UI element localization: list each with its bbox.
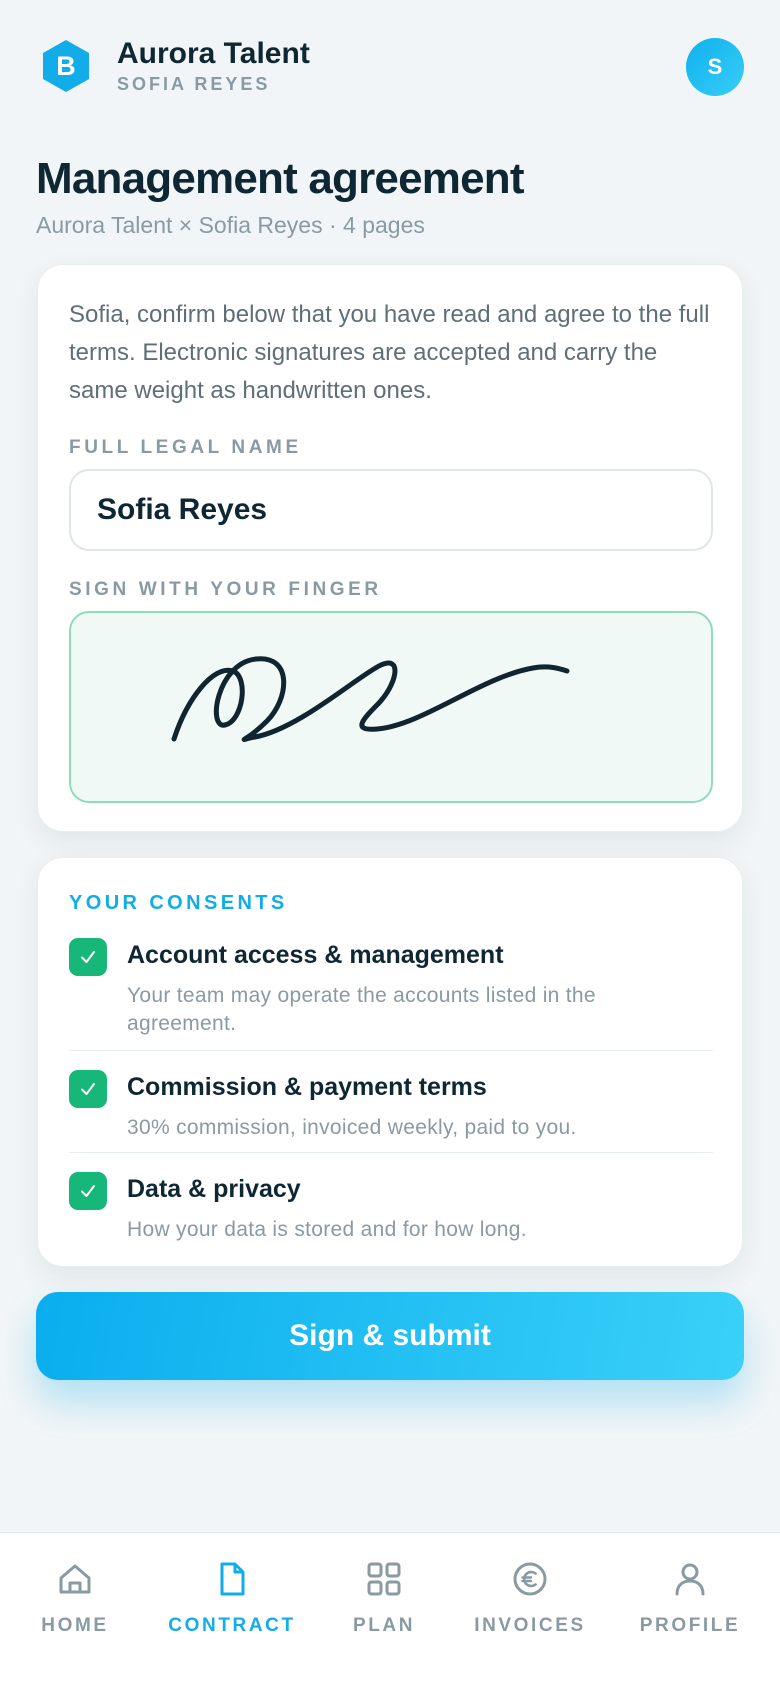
consent-description: How your data is stored and for how long… (127, 1218, 527, 1241)
app-header: B Aurora Talent SOFIA REYES S (0, 0, 780, 140)
signature-label: SIGN WITH YOUR FINGER (69, 579, 382, 600)
tab-label: PROFILE (639, 1615, 741, 1636)
signature-pad[interactable] (69, 611, 713, 803)
consent-description: 30% commission, invoiced weekly, paid to… (127, 1116, 577, 1139)
divider (69, 1050, 713, 1051)
logo-letter: B (56, 51, 76, 81)
consent-title: Data & privacy (127, 1175, 301, 1203)
home-icon (59, 1564, 91, 1594)
consent-checkbox[interactable] (69, 938, 107, 976)
tab-label: CONTRACT (168, 1615, 296, 1636)
grid-icon (367, 1562, 401, 1596)
full-legal-name-input[interactable] (69, 469, 713, 551)
tab-label: INVOICES (474, 1615, 586, 1636)
brand-name: Aurora Talent (117, 37, 310, 70)
hexagon-logo-icon: B (43, 40, 89, 92)
signature-stroke (171, 656, 570, 742)
tab-label: HOME (41, 1615, 109, 1636)
brand-logo: B (40, 38, 92, 94)
bottom-tab-bar: HOME CONTRACT PLAN INVOICES PROFILE (0, 1532, 780, 1688)
signature-card: Sofia, confirm below that you have read … (37, 264, 743, 832)
consent-checkbox[interactable] (69, 1070, 107, 1108)
tab-label: PLAN (352, 1615, 416, 1636)
sign-and-submit-button[interactable]: Sign & submit (36, 1292, 744, 1380)
tab-invoices[interactable]: INVOICES (473, 1533, 587, 1688)
intro-text: Sofia, confirm below that you have read … (69, 301, 710, 404)
checkmark-icon (81, 951, 95, 963)
tab-contract[interactable]: CONTRACT (167, 1533, 297, 1688)
checkmark-icon (81, 1083, 95, 1095)
consent-title: Account access & management (127, 941, 504, 969)
page-title: Management agreement (36, 154, 525, 203)
avatar-initial: S (707, 54, 723, 79)
tab-home[interactable]: HOME (35, 1533, 115, 1688)
page-subtitle: Aurora Talent × Sofia Reyes · 4 pages (36, 212, 425, 238)
consent-description: Your team may operate the accounts liste… (127, 984, 596, 1035)
consents-card: YOUR CONSENTS Account access & managemen… (37, 857, 743, 1267)
consent-title: Commission & payment terms (127, 1073, 487, 1101)
user-icon (675, 1563, 705, 1596)
avatar[interactable]: S (686, 38, 744, 96)
document-icon (220, 1562, 245, 1596)
checkmark-icon (81, 1185, 95, 1197)
tab-plan[interactable]: PLAN (345, 1533, 423, 1688)
divider (69, 1152, 713, 1153)
brand-user-name: SOFIA REYES (117, 74, 271, 94)
consents-title: YOUR CONSENTS (69, 892, 288, 914)
full-legal-name-label: FULL LEGAL NAME (69, 437, 302, 458)
tab-profile[interactable]: PROFILE (640, 1533, 740, 1688)
consent-checkbox[interactable] (69, 1172, 107, 1210)
euro-icon (513, 1562, 547, 1596)
